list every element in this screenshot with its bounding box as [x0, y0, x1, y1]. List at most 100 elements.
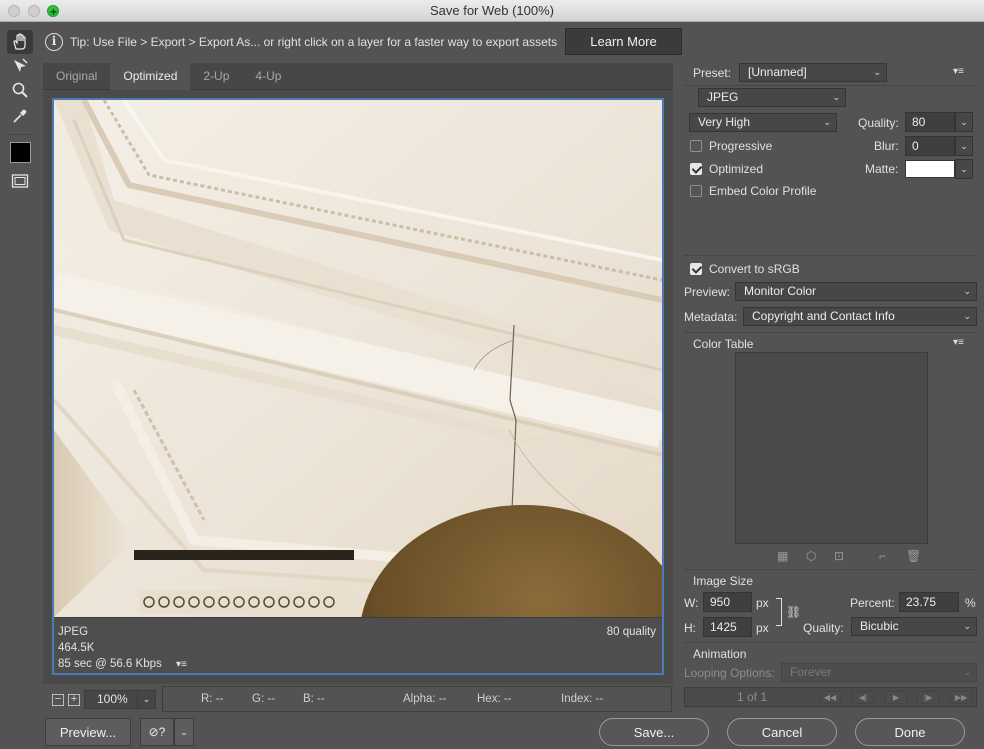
- divider: [684, 332, 976, 333]
- zoom-level-dropdown[interactable]: 100% ⌄: [84, 690, 156, 709]
- height-unit: px: [756, 621, 769, 635]
- quality-input[interactable]: 80: [905, 112, 955, 132]
- matte-color-swatch[interactable]: [905, 160, 955, 178]
- matte-label: Matte:: [865, 162, 899, 176]
- tab-original[interactable]: Original: [43, 63, 110, 90]
- height-label: H:: [684, 621, 696, 635]
- optimized-preview-pane[interactable]: JPEG 464.5K 85 sec @ 56.6 Kbps ▾≡ 80 qua…: [52, 98, 664, 675]
- preview-mode-label: Preview:: [684, 285, 731, 299]
- chevron-down-icon: ⌄: [823, 117, 831, 127]
- last-frame-button[interactable]: ▶▶: [950, 691, 972, 704]
- color-table-grid[interactable]: [735, 352, 928, 544]
- hand-icon: [13, 33, 26, 50]
- close-window-button[interactable]: [8, 5, 20, 17]
- info-icon: i: [45, 33, 63, 51]
- metadata-label: Metadata:: [684, 310, 738, 324]
- readout-green: G: --: [252, 693, 275, 705]
- hand-tool[interactable]: [7, 30, 33, 54]
- readout-red: R: --: [201, 693, 224, 705]
- link-icon[interactable]: ⛓: [786, 605, 801, 619]
- next-frame-button[interactable]: |▶: [917, 691, 939, 704]
- width-input[interactable]: 950: [703, 592, 752, 612]
- progressive-checkbox[interactable]: [690, 140, 702, 152]
- browser-select-button[interactable]: ⊘?: [140, 718, 174, 746]
- resample-quality-value: Bicubic: [860, 619, 899, 633]
- magnifier-icon: [12, 82, 28, 98]
- preset-label: Preset:: [693, 66, 732, 80]
- slices-visibility-icon: [11, 174, 29, 188]
- preview-format: JPEG: [58, 626, 89, 638]
- looping-options-label: Looping Options:: [684, 666, 775, 680]
- save-button[interactable]: Save...: [599, 718, 709, 746]
- quality-label: Quality:: [858, 116, 899, 130]
- readout-alpha: Alpha: --: [403, 693, 447, 705]
- compression-quality-value: Very High: [698, 115, 751, 129]
- height-input[interactable]: 1425: [703, 617, 752, 637]
- convert-srgb-label: Convert to sRGB: [709, 262, 800, 276]
- play-button[interactable]: ▶: [885, 691, 907, 704]
- first-frame-button[interactable]: ◀◀: [819, 691, 841, 704]
- lock-icon[interactable]: ⊡: [834, 549, 844, 563]
- divider: [684, 569, 976, 570]
- blur-input[interactable]: 0: [905, 136, 955, 156]
- cube-icon[interactable]: ⬡: [806, 549, 816, 563]
- download-speed-menu-icon[interactable]: ▾≡: [176, 659, 187, 670]
- zoom-tool[interactable]: [7, 78, 33, 102]
- tab-optimized[interactable]: Optimized: [110, 63, 191, 90]
- preview-quality: 80 quality: [606, 626, 656, 638]
- optimized-label: Optimized: [709, 162, 764, 176]
- slice-select-tool[interactable]: [7, 54, 33, 78]
- done-button[interactable]: Done: [855, 718, 965, 746]
- preview-mode-value: Monitor Color: [744, 284, 817, 298]
- looping-options-dropdown[interactable]: Forever ⌄: [781, 663, 977, 682]
- preview-file-size: 464.5K: [58, 642, 95, 654]
- resample-quality-label: Quality:: [803, 621, 844, 635]
- toggle-slices-visibility[interactable]: [7, 169, 33, 193]
- cancel-button[interactable]: Cancel: [727, 718, 837, 746]
- zoom-out-button[interactable]: −: [52, 694, 64, 706]
- previous-frame-button[interactable]: ◀|: [852, 691, 874, 704]
- browser-question-icon: ⊘?: [148, 725, 166, 739]
- resample-quality-dropdown[interactable]: Bicubic ⌄: [851, 617, 977, 636]
- animation-frame-counter: 1 of 1: [737, 690, 768, 704]
- preview-mode-dropdown[interactable]: Monitor Color ⌄: [735, 282, 977, 301]
- zoom-window-button[interactable]: [47, 1, 59, 23]
- blur-slider-toggle[interactable]: ⌄: [955, 136, 973, 156]
- readout-blue: B: --: [303, 693, 325, 705]
- percent-unit: %: [965, 596, 976, 610]
- tab-2-up[interactable]: 2-Up: [190, 63, 242, 90]
- chevron-down-icon: ⌄: [963, 311, 971, 321]
- preset-value: [Unnamed]: [748, 65, 807, 79]
- embed-color-profile-checkbox[interactable]: [690, 185, 702, 197]
- tab-4-up[interactable]: 4-Up: [242, 63, 294, 90]
- preview-download-time: 85 sec @ 56.6 Kbps: [58, 658, 162, 670]
- quality-slider-toggle[interactable]: ⌄: [955, 112, 973, 132]
- file-format-dropdown[interactable]: JPEG ⌄: [698, 88, 846, 107]
- title-bar: Save for Web (100%): [0, 0, 984, 23]
- matte-dropdown-toggle[interactable]: ⌄: [955, 159, 973, 179]
- chevron-down-icon: ⌄: [963, 286, 971, 296]
- optimize-menu-icon[interactable]: ▾≡: [953, 66, 964, 77]
- divider: [684, 642, 976, 643]
- animation-heading: Animation: [693, 647, 747, 661]
- minimize-window-button[interactable]: [28, 5, 40, 17]
- learn-more-button[interactable]: Learn More: [565, 28, 682, 55]
- preset-dropdown[interactable]: [Unnamed] ⌄: [739, 63, 887, 82]
- eyedropper-color-swatch[interactable]: [10, 142, 31, 163]
- optimized-checkbox[interactable]: [690, 163, 702, 175]
- color-table-menu-icon[interactable]: ▾≡: [953, 337, 964, 348]
- eyedropper-tool[interactable]: [7, 104, 33, 128]
- convert-srgb-checkbox[interactable]: [690, 263, 702, 275]
- compression-quality-dropdown[interactable]: Very High ⌄: [689, 113, 837, 132]
- metadata-dropdown[interactable]: Copyright and Contact Info ⌄: [743, 307, 977, 326]
- width-label: W:: [684, 596, 699, 610]
- trash-icon[interactable]: 🗑: [906, 549, 921, 563]
- new-color-icon[interactable]: ⌐: [879, 549, 886, 563]
- preview-in-browser-button[interactable]: Preview...: [45, 718, 131, 746]
- percent-input[interactable]: 23.75: [899, 592, 959, 612]
- browser-menu-chevron[interactable]: ⌄: [174, 718, 194, 746]
- web-snap-icon[interactable]: ▦: [777, 549, 788, 563]
- aspect-bracket: [776, 598, 782, 626]
- zoom-in-button[interactable]: +: [68, 694, 80, 706]
- divider: [684, 255, 976, 256]
